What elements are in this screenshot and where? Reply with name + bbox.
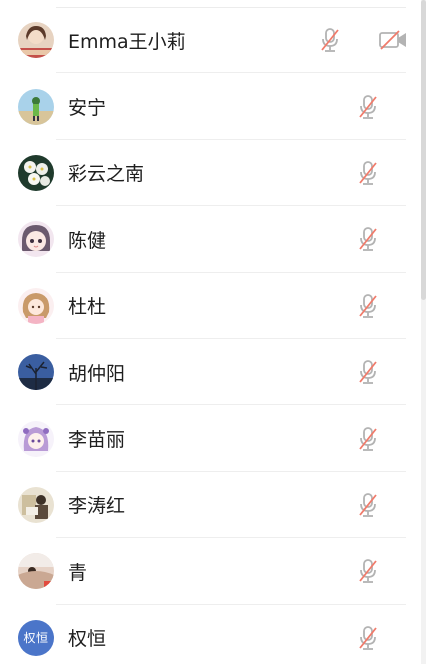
- participant-row[interactable]: 安宁: [0, 73, 408, 140]
- avatar[interactable]: [18, 354, 54, 391]
- participant-name: 陈健: [68, 229, 107, 252]
- participant-row[interactable]: Emma王小莉: [0, 7, 408, 74]
- avatar[interactable]: [18, 154, 54, 191]
- participant-name: Emma王小莉: [68, 30, 186, 53]
- participant-row[interactable]: 彩云之南: [0, 140, 408, 207]
- participant-row[interactable]: 青: [0, 538, 408, 605]
- participant-name: 李苗丽: [68, 429, 126, 452]
- avatar[interactable]: [18, 22, 54, 59]
- avatar[interactable]: [18, 287, 54, 324]
- mic-off-icon[interactable]: [357, 558, 379, 584]
- participant-row[interactable]: 权恒 权恒: [0, 605, 408, 671]
- mic-off-icon[interactable]: [357, 226, 379, 252]
- mic-off-icon[interactable]: [357, 426, 379, 452]
- avatar[interactable]: [18, 420, 54, 457]
- avatar[interactable]: [18, 221, 54, 258]
- participant-name: 安宁: [68, 97, 107, 120]
- participant-name: 李涛红: [68, 495, 126, 518]
- mic-off-icon[interactable]: [357, 293, 379, 319]
- participant-name: 杜杜: [68, 296, 107, 319]
- participant-name: 权恒: [68, 628, 107, 651]
- participant-name: 青: [68, 561, 88, 584]
- participant-row[interactable]: 李苗丽: [0, 405, 408, 472]
- participant-list: Emma王小莉 安宁 彩云之南 陈健 杜杜 胡仲阳 李苗丽 李涛红 青 权恒 权…: [0, 7, 408, 671]
- participant-row[interactable]: 陈健: [0, 206, 408, 273]
- participant-row[interactable]: 杜杜: [0, 273, 408, 339]
- avatar[interactable]: [18, 486, 54, 523]
- mic-off-icon[interactable]: [357, 492, 379, 518]
- avatar[interactable]: [18, 553, 54, 590]
- participant-row[interactable]: 胡仲阳: [0, 339, 408, 406]
- mic-off-icon[interactable]: [357, 160, 379, 186]
- scrollbar-thumb[interactable]: [421, 0, 426, 300]
- mic-off-icon[interactable]: [357, 625, 379, 651]
- initials-avatar[interactable]: 权恒: [18, 619, 54, 656]
- participant-name: 胡仲阳: [68, 362, 126, 385]
- avatar[interactable]: [18, 88, 54, 125]
- mic-off-icon[interactable]: [357, 359, 379, 385]
- participant-row[interactable]: 李涛红: [0, 472, 408, 539]
- avatar-initials: 权恒: [23, 631, 49, 646]
- mic-off-icon[interactable]: [357, 94, 379, 120]
- mic-off-icon[interactable]: [319, 27, 341, 53]
- participant-name: 彩云之南: [68, 163, 145, 186]
- camera-off-icon[interactable]: [379, 30, 408, 50]
- scrollbar[interactable]: [421, 0, 426, 664]
